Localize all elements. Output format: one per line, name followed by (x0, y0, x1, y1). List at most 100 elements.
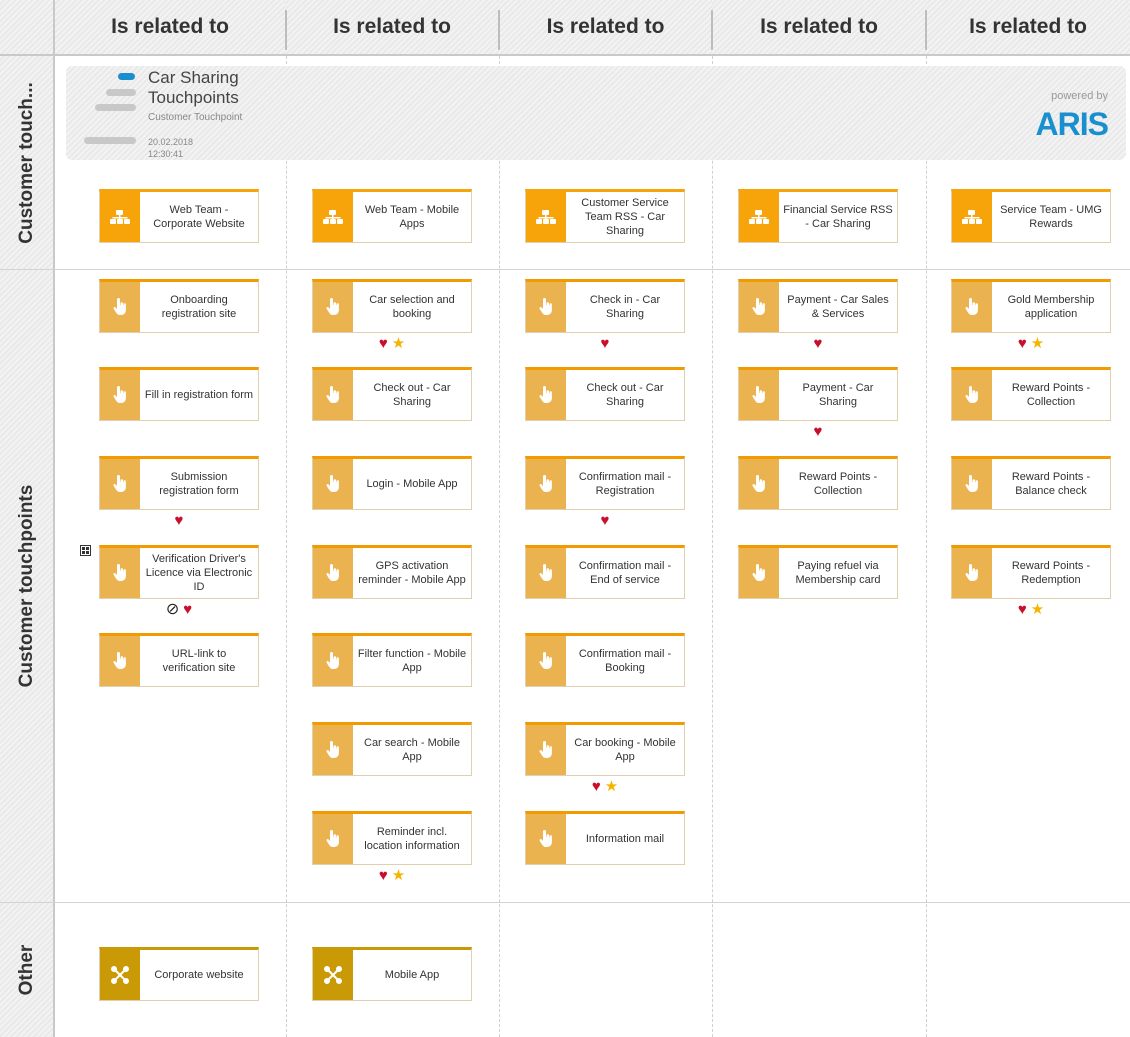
column-divider (286, 56, 287, 1037)
hand-pointer-icon (526, 725, 566, 775)
rating-marks: ♥ (738, 423, 898, 441)
heart-icon: ♥ (174, 512, 184, 529)
card-label: Payment - Car Sales & Services (787, 294, 889, 320)
card-label: Confirmation mail - Booking (578, 648, 672, 674)
heart-icon: ♥ (378, 867, 388, 884)
column-separator (285, 10, 287, 50)
org-unit-card[interactable]: Web Team - Mobile Apps (312, 189, 472, 243)
touchpoint-card[interactable]: Confirmation mail - Registration (525, 456, 685, 510)
rating-marks: ♥ ★ (525, 778, 685, 796)
card-label: Information mail (585, 833, 665, 845)
touchpoint-card[interactable]: Reward Points - Collection (951, 367, 1111, 421)
touchpoint-card[interactable]: Reward Points - Balance check (951, 456, 1111, 510)
rating-marks: ♥ ★ (312, 867, 472, 885)
touchpoint-card[interactable]: GPS activation reminder - Mobile App (312, 545, 472, 599)
card-label: Check in - Car Sharing (589, 294, 661, 320)
hand-pointer-icon (313, 725, 353, 775)
touchpoint-card[interactable]: Onboarding registration site (99, 279, 259, 333)
touchpoint-card[interactable]: Information mail (525, 811, 685, 865)
org-unit-card[interactable]: Customer Service Team RSS - Car Sharing (525, 189, 685, 243)
hand-pointer-icon (526, 814, 566, 864)
org-chart-icon (313, 192, 353, 242)
star-icon: ★ (604, 778, 619, 795)
rating-marks: ♥ (525, 512, 685, 530)
column-header-5[interactable]: Is related to (926, 0, 1130, 56)
row-header-org[interactable]: Customer touch... (0, 56, 55, 269)
card-label: Reward Points - Collection (798, 471, 878, 497)
touchpoint-card[interactable]: Fill in registration form (99, 367, 259, 421)
row-header-other[interactable]: Other (0, 902, 55, 1037)
card-label: Login - Mobile App (366, 478, 458, 490)
touchpoint-card[interactable]: Car booking - Mobile App (525, 722, 685, 776)
card-label: GPS activation reminder - Mobile App (358, 560, 466, 586)
touchpoint-card[interactable]: Confirmation mail - Booking (525, 633, 685, 687)
card-label: Reward Points - Redemption (1011, 560, 1091, 586)
model-timestamp: 20.02.2018 12:30:41 (148, 137, 194, 159)
column-header-4[interactable]: Is related to (712, 0, 926, 56)
card-label: Reward Points - Collection (1011, 382, 1091, 408)
heart-icon: ♥ (813, 335, 823, 352)
column-header-1[interactable]: Is related to (55, 0, 285, 56)
touchpoint-card[interactable]: Login - Mobile App (312, 456, 472, 510)
system-card[interactable]: Mobile App (312, 947, 472, 1001)
network-icon (313, 950, 353, 1000)
column-header-3[interactable]: Is related to (499, 0, 712, 56)
column-divider (712, 56, 713, 1037)
touchpoint-card[interactable]: Car search - Mobile App (312, 722, 472, 776)
hand-pointer-icon (100, 459, 140, 509)
touchpoint-card[interactable]: Gold Membership application (951, 279, 1111, 333)
org-chart-icon (739, 192, 779, 242)
card-label: Filter function - Mobile App (357, 648, 467, 674)
column-separator (925, 10, 927, 50)
touchpoint-card[interactable]: Reminder incl. location information (312, 811, 472, 865)
legend-bar-icon (118, 73, 135, 80)
no-entry-icon: ⊘ (165, 601, 180, 618)
touchpoint-card[interactable]: Check out - Car Sharing (525, 367, 685, 421)
touchpoint-card[interactable]: Reward Points - Collection (738, 456, 898, 510)
touchpoint-card[interactable]: Check in - Car Sharing (525, 279, 685, 333)
card-label: Verification Driver's Licence via Electr… (145, 553, 253, 593)
touchpoint-card[interactable]: Payment - Car Sales & Services (738, 279, 898, 333)
org-unit-card[interactable]: Financial Service RSS - Car Sharing (738, 189, 898, 243)
touchpoint-card[interactable]: Reward Points - Redemption (951, 545, 1111, 599)
rating-marks: ♥ (525, 335, 685, 353)
touchpoint-card[interactable]: Paying refuel via Membership card (738, 545, 898, 599)
hand-pointer-icon (952, 548, 992, 598)
column-separator (711, 10, 713, 50)
org-unit-card[interactable]: Service Team - UMG Rewards (951, 189, 1111, 243)
hand-pointer-icon (313, 814, 353, 864)
column-divider (499, 56, 500, 1037)
hand-pointer-icon (313, 282, 353, 332)
touchpoint-card[interactable]: Submission registration form (99, 456, 259, 510)
grid-icon[interactable] (80, 545, 91, 556)
system-card[interactable]: Corporate website (99, 947, 259, 1001)
card-label: Confirmation mail - Registration (578, 471, 672, 497)
model-type: Customer Touchpoint (148, 112, 243, 123)
row-label: Customer touchpoints (16, 484, 37, 687)
org-unit-card[interactable]: Web Team - Corporate Website (99, 189, 259, 243)
column-separator (498, 10, 500, 50)
column-divider (926, 56, 927, 1037)
touchpoint-card[interactable]: Check out - Car Sharing (312, 367, 472, 421)
card-label: Corporate website (154, 969, 244, 981)
heart-icon: ♥ (378, 335, 388, 352)
touchpoint-card[interactable]: Verification Driver's Licence via Electr… (99, 545, 259, 599)
row-header-touchpoints[interactable]: Customer touchpoints (0, 269, 55, 902)
rating-marks: ⊘ ♥ (99, 601, 259, 619)
hand-pointer-icon (100, 548, 140, 598)
touchpoint-card[interactable]: URL-link to verification site (99, 633, 259, 687)
row-label: Other (16, 944, 37, 995)
touchpoint-card[interactable]: Filter function - Mobile App (312, 633, 472, 687)
hand-pointer-icon (100, 636, 140, 686)
row-separator (0, 269, 1130, 270)
rating-marks: ♥ ★ (951, 335, 1111, 353)
touchpoint-card[interactable]: Car selection and booking (312, 279, 472, 333)
card-label: Fill in registration form (144, 389, 254, 401)
org-chart-icon (100, 192, 140, 242)
model-title: Car Sharing Touchpoints (148, 68, 239, 107)
card-label: URL-link to verification site (162, 648, 236, 674)
column-header-2[interactable]: Is related to (285, 0, 499, 56)
hand-pointer-icon (313, 636, 353, 686)
touchpoint-card[interactable]: Payment - Car Sharing (738, 367, 898, 421)
touchpoint-card[interactable]: Confirmation mail - End of service (525, 545, 685, 599)
